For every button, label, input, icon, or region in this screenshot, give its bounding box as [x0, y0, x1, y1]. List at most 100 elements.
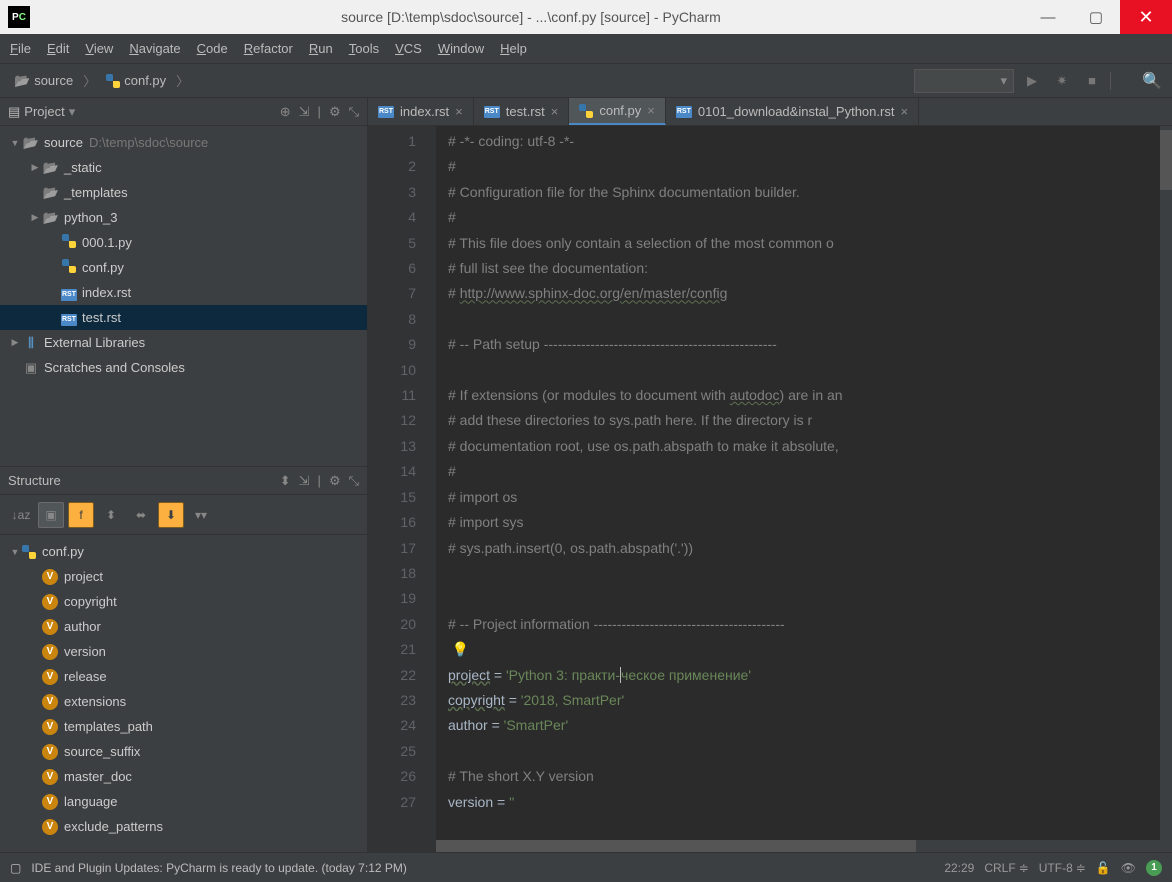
structure-var-master_doc[interactable]: Vmaster_doc: [0, 764, 367, 789]
collapse-icon[interactable]: ⇲: [299, 473, 310, 489]
cursor-position[interactable]: 22:29: [944, 861, 974, 875]
tree-item-_templates[interactable]: _templates: [0, 180, 367, 205]
structure-tree[interactable]: ▼ conf.py VprojectVcopyrightVauthorVvers…: [0, 535, 367, 852]
settings-icon[interactable]: ⚙: [329, 473, 341, 489]
encoding[interactable]: UTF-8 ≑: [1039, 861, 1086, 875]
gutter[interactable]: 1234567891011121314151617181920212223242…: [368, 126, 436, 852]
tree-item-python_3[interactable]: ▶python_3: [0, 205, 367, 230]
expand-all-button[interactable]: ⬍: [98, 502, 124, 528]
tree-item-conf-py[interactable]: conf.py: [0, 255, 367, 280]
menu-edit[interactable]: Edit: [47, 41, 69, 56]
external-libraries[interactable]: ▶⫼ External Libraries: [0, 330, 367, 355]
search-button[interactable]: 🔍: [1140, 69, 1164, 93]
line-ending[interactable]: CRLF ≑: [984, 861, 1028, 875]
sort-alpha-button[interactable]: ↓aᴢ: [8, 502, 34, 528]
app-icon: PC: [8, 6, 30, 28]
minimize-button[interactable]: —: [1024, 0, 1072, 34]
menu-vcs[interactable]: VCS: [395, 41, 422, 56]
structure-file-label: conf.py: [42, 544, 84, 559]
project-panel-header: ▤ Project ▾ ⊕ ⇲ | ⚙ ⤡: [0, 98, 367, 126]
close-tab-icon[interactable]: ×: [900, 104, 908, 119]
editor[interactable]: index.rst×test.rst×conf.py×0101_download…: [368, 98, 1172, 852]
horizontal-scrollbar[interactable]: [436, 840, 1160, 852]
hide-icon[interactable]: ⤡: [349, 104, 359, 120]
menu-file[interactable]: File: [10, 41, 31, 56]
tree-root[interactable]: ▼ source D:\temp\sdoc\source: [0, 130, 367, 155]
structure-var-release[interactable]: Vrelease: [0, 664, 367, 689]
locate-icon[interactable]: ⊕: [280, 104, 291, 120]
inspection-icon[interactable]: 👁: [1121, 861, 1136, 875]
run-config-dropdown[interactable]: ▾: [914, 69, 1014, 93]
editor-tabs: index.rst×test.rst×conf.py×0101_download…: [368, 98, 1172, 126]
project-panel-title[interactable]: Project: [24, 104, 64, 119]
menu-view[interactable]: View: [85, 41, 113, 56]
stop-button[interactable]: ■: [1080, 69, 1104, 93]
tree-item-index-rst[interactable]: index.rst: [0, 280, 367, 305]
expand-icon[interactable]: ⬍: [280, 473, 291, 489]
structure-var-source_suffix[interactable]: Vsource_suffix: [0, 739, 367, 764]
folder-icon: [14, 73, 30, 89]
hide-icon[interactable]: ⤡: [349, 473, 359, 489]
tab-conf-py[interactable]: conf.py×: [569, 98, 666, 125]
structure-panel-title[interactable]: Structure: [8, 473, 61, 488]
menu-code[interactable]: Code: [197, 41, 228, 56]
structure-var-copyright[interactable]: Vcopyright: [0, 589, 367, 614]
sort-type-button[interactable]: ▣: [38, 502, 64, 528]
close-tab-icon[interactable]: ×: [647, 103, 655, 118]
structure-var-author[interactable]: Vauthor: [0, 614, 367, 639]
structure-file[interactable]: ▼ conf.py: [0, 539, 367, 564]
python-icon: [22, 545, 36, 559]
structure-var-templates_path[interactable]: Vtemplates_path: [0, 714, 367, 739]
tree-item-000-1-py[interactable]: 000.1.py: [0, 230, 367, 255]
lock-icon[interactable]: 🔓: [1096, 861, 1111, 875]
menu-window[interactable]: Window: [438, 41, 484, 56]
close-tab-icon[interactable]: ×: [551, 104, 559, 119]
window-title: source [D:\temp\sdoc\source] - ...\conf.…: [38, 9, 1024, 25]
scratch-icon: ▣: [22, 360, 40, 376]
debug-button[interactable]: ✷: [1050, 69, 1074, 93]
collapse-icon[interactable]: ⇲: [299, 104, 310, 120]
breadcrumb-file[interactable]: conf.py: [124, 73, 166, 88]
show-fields-button[interactable]: f: [68, 502, 94, 528]
scratches[interactable]: ▣ Scratches and Consoles: [0, 355, 367, 380]
structure-var-language[interactable]: Vlanguage: [0, 789, 367, 814]
run-button[interactable]: ▶: [1020, 69, 1044, 93]
tree-item-_static[interactable]: ▶_static: [0, 155, 367, 180]
status-icon[interactable]: ▢: [10, 861, 21, 875]
statusbar: ▢ IDE and Plugin Updates: PyCharm is rea…: [0, 852, 1172, 882]
vertical-scrollbar[interactable]: [1160, 126, 1172, 852]
structure-var-project[interactable]: Vproject: [0, 564, 367, 589]
structure-var-exclude_patterns[interactable]: Vexclude_patterns: [0, 814, 367, 839]
structure-var-extensions[interactable]: Vextensions: [0, 689, 367, 714]
menubar: File Edit View Navigate Code Refactor Run Tools…: [0, 34, 1172, 64]
project-tree[interactable]: ▼ source D:\temp\sdoc\source ▶_static_te…: [0, 126, 367, 466]
breadcrumb[interactable]: source 〉 conf.py 〉: [8, 71, 189, 91]
maximize-button[interactable]: ▢: [1072, 0, 1120, 34]
tab-0101_download-instal_python-rst[interactable]: 0101_download&instal_Python.rst×: [666, 98, 919, 125]
tab-test-rst[interactable]: test.rst×: [474, 98, 570, 125]
collapse-all-button[interactable]: ⬌: [128, 502, 154, 528]
titlebar: PC source [D:\temp\sdoc\source] - ...\co…: [0, 0, 1172, 34]
breadcrumb-folder[interactable]: source: [34, 73, 73, 88]
structure-var-version[interactable]: Vversion: [0, 639, 367, 664]
external-label: External Libraries: [44, 335, 145, 350]
close-tab-icon[interactable]: ×: [455, 104, 463, 119]
structure-panel-header: Structure ⬍ ⇲ | ⚙ ⤡: [0, 467, 367, 495]
close-button[interactable]: ✕: [1120, 0, 1172, 34]
menu-refactor[interactable]: Refactor: [244, 41, 293, 56]
tree-item-test-rst[interactable]: test.rst: [0, 305, 367, 330]
menu-run[interactable]: Run: [309, 41, 333, 56]
menu-tools[interactable]: Tools: [349, 41, 379, 56]
filter-button[interactable]: ▾▾: [188, 502, 214, 528]
autoscroll-button[interactable]: ⬇: [158, 502, 184, 528]
notification-badge[interactable]: 1: [1146, 860, 1162, 876]
folder-icon: [22, 135, 40, 151]
code-content[interactable]: # -*- coding: utf-8 -*-## Configuration …: [436, 126, 1172, 852]
menu-help[interactable]: Help: [500, 41, 527, 56]
python-icon: [106, 74, 120, 88]
settings-icon[interactable]: ⚙: [329, 104, 341, 120]
menu-navigate[interactable]: Navigate: [129, 41, 180, 56]
status-message[interactable]: IDE and Plugin Updates: PyCharm is ready…: [31, 861, 934, 875]
tab-index-rst[interactable]: index.rst×: [368, 98, 474, 125]
structure-toolbar: ↓aᴢ ▣ f ⬍ ⬌ ⬇ ▾▾: [0, 495, 367, 535]
